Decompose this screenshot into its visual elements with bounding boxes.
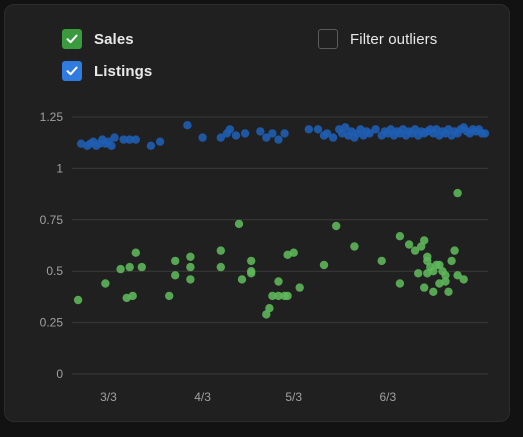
listings-point <box>371 125 380 134</box>
y-axis-ticks: 0 0.25 0.5 0.75 1 1.25 <box>40 110 64 381</box>
sales-point <box>423 256 432 266</box>
listings-point <box>146 141 156 150</box>
listings-point <box>155 137 165 146</box>
listings-point <box>183 121 192 130</box>
sales-point <box>128 291 137 301</box>
listings-point <box>131 135 140 144</box>
sales-point <box>186 275 195 284</box>
sales-point <box>247 267 256 276</box>
sales-point <box>125 262 134 272</box>
listings-point <box>350 133 359 142</box>
sales-point <box>444 287 453 296</box>
listings-point <box>198 133 207 142</box>
sales-point <box>265 304 274 313</box>
sales-point <box>295 283 304 292</box>
sales-point <box>395 279 405 288</box>
sales-point <box>429 287 438 296</box>
sales-point <box>420 236 429 245</box>
sales-point <box>247 256 256 266</box>
y-tick-label: 0.75 <box>40 213 64 227</box>
y-tick-label: 1.25 <box>40 110 64 124</box>
sales-point <box>404 240 414 249</box>
listings-point <box>274 135 283 144</box>
y-tick-label: 0.5 <box>46 264 63 278</box>
sales-point <box>216 262 225 272</box>
listings-point <box>107 141 116 150</box>
sales-point <box>73 295 83 305</box>
sales-point <box>216 246 225 255</box>
grid-lines <box>72 116 488 375</box>
sales-point <box>414 269 423 278</box>
sales-point <box>319 260 329 270</box>
listings-point <box>256 127 265 136</box>
scatter-chart: 0 0.25 0.5 0.75 1 1.25 3/3 4/3 5/3 6/3 <box>40 110 490 404</box>
sales-point <box>453 188 462 198</box>
sales-point <box>447 256 456 266</box>
x-axis-ticks: 3/3 4/3 5/3 6/3 <box>100 390 396 404</box>
sales-point <box>171 256 180 266</box>
sales-point <box>420 283 429 292</box>
listings-point <box>225 125 235 134</box>
listings-point <box>240 129 250 138</box>
sales-point <box>435 279 444 288</box>
sales-point <box>237 275 247 284</box>
listings-point <box>313 125 323 134</box>
y-tick-label: 0 <box>56 367 63 381</box>
sales-point <box>131 248 140 257</box>
listings-point <box>280 129 289 138</box>
sales-point <box>274 277 283 286</box>
sales-point <box>171 271 180 280</box>
listings-point <box>268 129 277 138</box>
sales-point <box>350 242 359 251</box>
sales-point <box>165 291 174 301</box>
sales-point <box>116 264 125 274</box>
x-tick-label: 5/3 <box>285 390 302 404</box>
sales-point <box>332 221 341 231</box>
listings-series <box>76 121 490 150</box>
listings-point <box>304 125 313 134</box>
listings-point <box>110 133 119 142</box>
sales-point <box>450 246 459 255</box>
sales-point <box>186 252 195 261</box>
sales-series <box>73 188 468 319</box>
x-tick-label: 3/3 <box>100 390 117 404</box>
sales-point <box>459 275 468 284</box>
y-tick-label: 0.25 <box>40 316 64 330</box>
sales-point <box>283 291 292 301</box>
sales-point <box>441 271 450 280</box>
x-tick-label: 4/3 <box>194 390 211 404</box>
sales-point <box>395 232 405 241</box>
listings-point <box>480 129 490 138</box>
sales-point <box>137 262 146 272</box>
sales-point <box>289 248 298 257</box>
sales-point <box>377 256 386 266</box>
sales-point <box>101 279 110 288</box>
y-tick-label: 1 <box>56 161 63 175</box>
listings-point <box>328 133 338 142</box>
sales-point <box>186 262 195 272</box>
sales-point <box>234 219 244 229</box>
x-tick-label: 6/3 <box>379 390 396 404</box>
listings-point <box>231 131 241 140</box>
